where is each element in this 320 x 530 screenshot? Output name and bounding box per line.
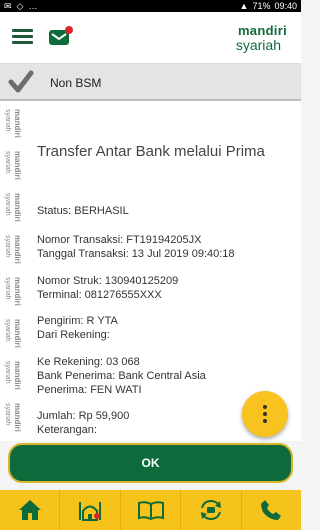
battery-level: 71% — [252, 1, 271, 11]
account-type-label: Non BSM — [50, 76, 102, 90]
transfer-amount: Jumlah: Rp 59,900 — [37, 410, 130, 422]
watermark-logo: mandiri syariah — [4, 277, 22, 306]
sender-name: Pengirim: R YTA — [37, 315, 118, 327]
watermark-logo: mandiri syariah — [4, 361, 22, 390]
receipt-title: Transfer Antar Bank melalui Prima — [37, 143, 265, 160]
clock: 09:40 — [274, 1, 297, 11]
brand-logo: mandiri syariah — [235, 23, 287, 53]
transaction-date: Tanggal Transaksi: 13 Jul 2019 09:40:18 — [37, 248, 235, 260]
status-text: Status: BERHASIL — [37, 205, 129, 217]
nav-book[interactable] — [121, 490, 182, 530]
account-type-banner: Non BSM — [0, 64, 301, 101]
nav-phone[interactable] — [242, 490, 301, 530]
source-account: Dari Rekening: — [37, 329, 110, 341]
ok-button[interactable]: OK — [8, 443, 293, 483]
message-icon[interactable] — [48, 26, 74, 48]
watermark-strip: mandiri syariah mandiri syariah mandiri sya… — [0, 101, 30, 441]
recipient-name: Penerima: FEN WATI — [37, 384, 142, 396]
watermark-logo: mandiri syariah — [4, 319, 22, 348]
destination-account: Ke Rekening: 03 068 — [37, 356, 140, 368]
dot-icon — [263, 405, 267, 409]
status-bar: ✉ ◇ … ▲ 71% 09:40 — [0, 0, 301, 12]
watermark-logo: mandiri syariah — [4, 235, 22, 264]
nav-home[interactable] — [0, 490, 61, 530]
receipt-number: Nomor Struk: 130940125209 — [37, 275, 179, 287]
mosque-icon — [79, 502, 102, 521]
app-header: mandiri syariah — [0, 12, 301, 64]
more-notifications-icon: … — [28, 1, 38, 11]
transaction-number: Nomor Transaksi: FT19194205JX — [37, 234, 202, 246]
terminal-number: Terminal: 081276555XXX — [37, 289, 162, 301]
transfer-note: Keterangan: — [37, 424, 97, 436]
more-options-button[interactable] — [242, 391, 288, 437]
watermark-logo: mandiri syariah — [4, 109, 22, 138]
watermark-logo: mandiri syariah — [4, 151, 22, 180]
watermark-logo: mandiri syariah — [4, 403, 22, 432]
sim-icon: ✉ — [4, 1, 12, 11]
dot-icon — [263, 412, 267, 416]
book-icon — [137, 501, 164, 520]
notification-icon: ◇ — [16, 1, 24, 11]
phone-icon — [261, 500, 282, 520]
dot-icon — [263, 419, 267, 423]
checkmark-icon — [8, 70, 34, 93]
signal-icon: ▲ — [239, 1, 249, 11]
home-icon — [18, 500, 41, 520]
transfer-icon — [200, 499, 221, 521]
recipient-bank: Bank Penerima: Bank Central Asia — [37, 370, 206, 382]
transaction-receipt[interactable]: mandiri syariah mandiri syariah mandiri sya… — [0, 101, 301, 441]
bottom-navigation — [0, 490, 301, 530]
nav-mosque[interactable] — [60, 490, 121, 530]
watermark-logo: mandiri syariah — [4, 193, 22, 222]
nav-transfer[interactable] — [181, 490, 242, 530]
hamburger-menu-icon[interactable] — [12, 29, 33, 45]
